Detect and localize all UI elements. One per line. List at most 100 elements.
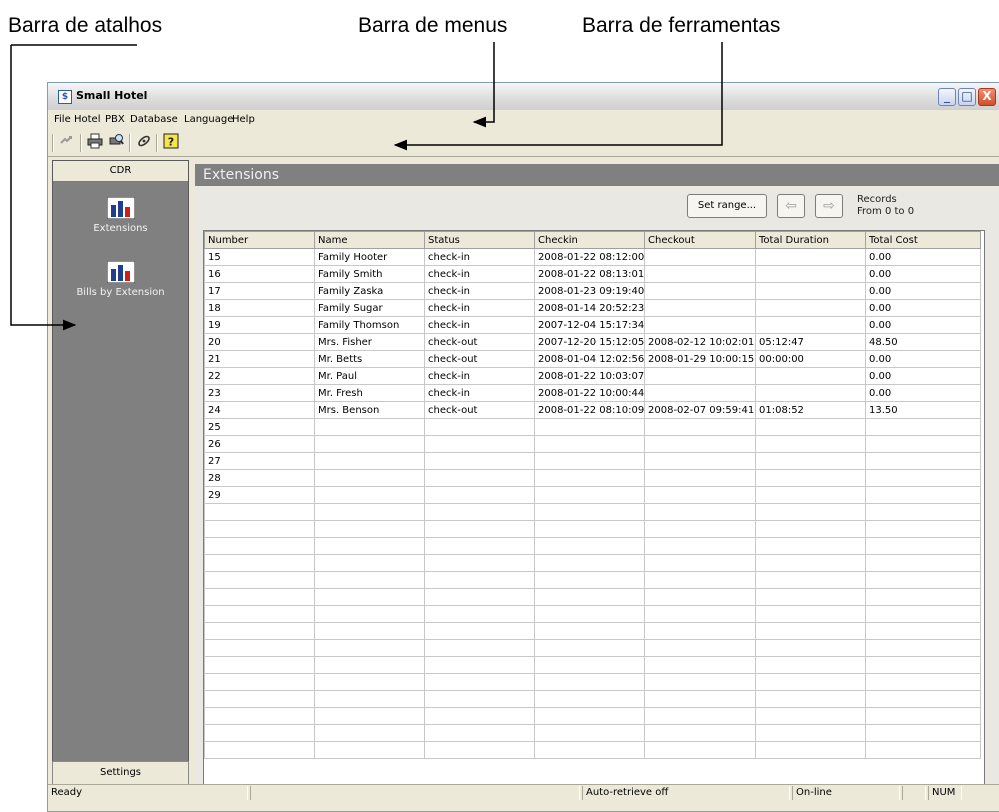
cell-total-duration[interactable] <box>755 316 866 334</box>
cell-status[interactable] <box>424 741 535 759</box>
cell-total-cost[interactable] <box>865 452 981 470</box>
cell-checkout[interactable]: 2008-02-07 09:59:41 <box>644 401 756 419</box>
cell-checkin[interactable]: 2008-01-22 10:03:07 <box>534 367 645 385</box>
cell-name[interactable]: Family Sugar <box>314 299 425 317</box>
cell-checkout[interactable] <box>644 690 756 708</box>
cell-status[interactable] <box>424 469 535 487</box>
cell-total-duration[interactable] <box>755 503 866 521</box>
cell-checkout[interactable] <box>644 622 756 640</box>
cell-total-duration[interactable] <box>755 673 866 691</box>
menu-language[interactable]: Language <box>184 114 233 125</box>
help-icon[interactable]: ? <box>161 133 181 153</box>
cell-number[interactable] <box>204 673 315 691</box>
cell-total-cost[interactable] <box>865 724 981 742</box>
cell-number[interactable] <box>204 520 315 538</box>
cell-checkin[interactable] <box>534 503 645 521</box>
cell-checkin[interactable]: 2008-01-22 08:13:01 <box>534 265 645 283</box>
cell-total-duration[interactable] <box>755 452 866 470</box>
cell-checkin[interactable]: 2008-01-22 08:12:00 <box>534 248 645 266</box>
cell-name[interactable]: Mrs. Fisher <box>314 333 425 351</box>
cell-name[interactable] <box>314 707 425 725</box>
cell-number[interactable]: 17 <box>204 282 315 300</box>
column-header-total-cost[interactable]: Total Cost <box>865 231 981 249</box>
table-row[interactable]: 26 <box>204 435 981 453</box>
cell-checkin[interactable] <box>534 707 645 725</box>
cell-checkin[interactable]: 2008-01-23 09:19:40 <box>534 282 645 300</box>
cell-total-duration[interactable] <box>755 707 866 725</box>
cell-number[interactable]: 24 <box>204 401 315 419</box>
sidebar-item-bills-by-extension[interactable]: Bills by Extension <box>53 261 188 298</box>
cell-total-cost[interactable]: 0.00 <box>865 299 981 317</box>
menu-pbx[interactable]: PBX <box>105 114 125 125</box>
cell-name[interactable] <box>314 418 425 436</box>
cell-total-duration[interactable] <box>755 265 866 283</box>
cell-name[interactable] <box>314 537 425 555</box>
table-row[interactable]: 23 Mr. Fresh check-in 2008-01-22 10:00:44 0.… <box>204 384 981 402</box>
cell-total-duration[interactable] <box>755 384 866 402</box>
cell-checkout[interactable] <box>644 265 756 283</box>
cell-total-duration[interactable] <box>755 299 866 317</box>
menu-help[interactable]: Help <box>232 114 255 125</box>
cell-checkin[interactable] <box>534 741 645 759</box>
cell-checkin[interactable] <box>534 656 645 674</box>
cell-total-cost[interactable] <box>865 622 981 640</box>
cell-status[interactable] <box>424 588 535 606</box>
cell-number[interactable] <box>204 741 315 759</box>
minimize-button[interactable]: _ <box>938 88 956 106</box>
cell-checkin[interactable] <box>534 554 645 572</box>
cell-name[interactable] <box>314 554 425 572</box>
table-row[interactable]: 21 Mr. Betts check-out 2008-01-04 12:02:56 2… <box>204 350 981 368</box>
arrow-right-icon[interactable]: ⇨ <box>815 194 843 218</box>
cell-total-duration[interactable] <box>755 724 866 742</box>
cell-checkout[interactable] <box>644 724 756 742</box>
cell-status[interactable] <box>424 503 535 521</box>
cell-number[interactable]: 27 <box>204 452 315 470</box>
cell-checkout[interactable] <box>644 520 756 538</box>
cell-total-cost[interactable] <box>865 639 981 657</box>
cell-checkin[interactable] <box>534 486 645 504</box>
column-header-number[interactable]: Number <box>204 231 315 249</box>
column-header-checkout[interactable]: Checkout <box>644 231 756 249</box>
set-range-button[interactable]: Set range... <box>687 194 767 218</box>
cell-checkin[interactable]: 2008-01-04 12:02:56 <box>534 350 645 368</box>
cell-total-cost[interactable]: 0.00 <box>865 367 981 385</box>
cell-checkin[interactable] <box>534 673 645 691</box>
cell-name[interactable] <box>314 605 425 623</box>
cell-total-cost[interactable]: 0.00 <box>865 316 981 334</box>
title-bar[interactable]: $ Small Hotel _ □ X <box>48 83 999 111</box>
cell-total-cost[interactable] <box>865 656 981 674</box>
cell-status[interactable] <box>424 605 535 623</box>
cell-name[interactable] <box>314 673 425 691</box>
cell-number[interactable]: 29 <box>204 486 315 504</box>
cell-name[interactable]: Family Zaska <box>314 282 425 300</box>
cell-total-duration[interactable] <box>755 741 866 759</box>
cell-number[interactable] <box>204 571 315 589</box>
cell-total-cost[interactable]: 13.50 <box>865 401 981 419</box>
cell-checkout[interactable] <box>644 554 756 572</box>
cell-checkout[interactable] <box>644 571 756 589</box>
cell-number[interactable]: 23 <box>204 384 315 402</box>
menu-database[interactable]: Database <box>130 114 178 125</box>
cell-status[interactable]: check-in <box>424 282 535 300</box>
table-row[interactable]: 27 <box>204 452 981 470</box>
cell-checkin[interactable] <box>534 605 645 623</box>
cell-status[interactable] <box>424 418 535 436</box>
cell-checkout[interactable] <box>644 639 756 657</box>
cell-checkout[interactable] <box>644 537 756 555</box>
cell-total-cost[interactable]: 0.00 <box>865 384 981 402</box>
column-header-status[interactable]: Status <box>424 231 535 249</box>
cell-total-cost[interactable] <box>865 435 981 453</box>
cell-name[interactable]: Family Hooter <box>314 248 425 266</box>
cell-checkin[interactable] <box>534 639 645 657</box>
cell-status[interactable]: check-in <box>424 299 535 317</box>
cell-checkout[interactable] <box>644 282 756 300</box>
cell-name[interactable] <box>314 503 425 521</box>
cell-name[interactable]: Mr. Betts <box>314 350 425 368</box>
table-row[interactable]: 24 Mrs. Benson check-out 2008-01-22 08:10:0… <box>204 401 981 419</box>
cell-number[interactable] <box>204 554 315 572</box>
cell-name[interactable]: Mr. Paul <box>314 367 425 385</box>
cell-number[interactable] <box>204 707 315 725</box>
cell-checkin[interactable]: 2008-01-14 20:52:23 <box>534 299 645 317</box>
cell-status[interactable] <box>424 690 535 708</box>
table-row[interactable] <box>204 741 981 759</box>
